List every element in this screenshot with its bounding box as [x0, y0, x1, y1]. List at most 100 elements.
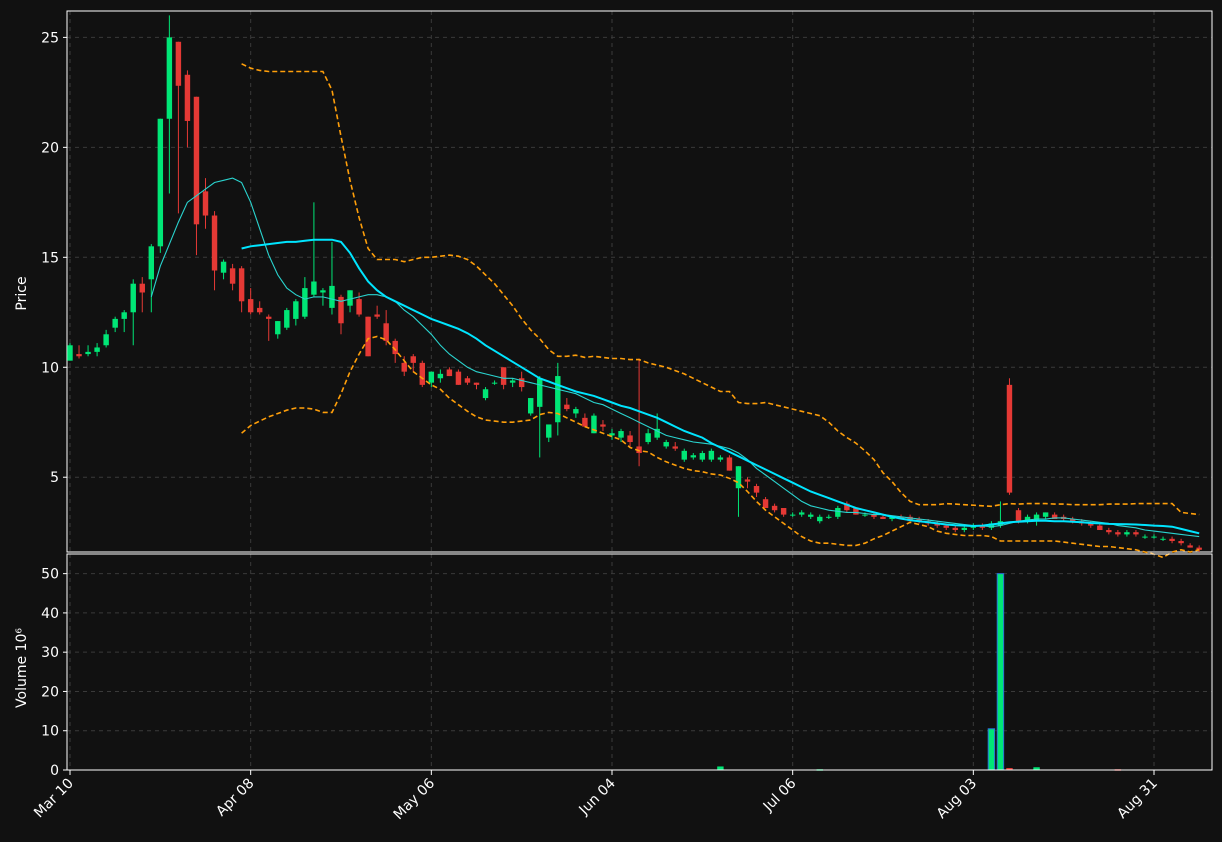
candle-body	[762, 499, 769, 509]
candle-body	[509, 380, 516, 383]
candle-body	[157, 118, 164, 247]
candle-body	[103, 334, 109, 346]
candle-body	[835, 508, 841, 517]
candle-body	[817, 516, 823, 522]
candle-body	[681, 450, 687, 460]
candle-body	[862, 514, 868, 516]
candle-body	[826, 516, 832, 518]
volume-bar	[996, 573, 1005, 771]
candle-body	[753, 486, 760, 493]
candle-body	[410, 356, 416, 363]
candle-body	[356, 299, 362, 315]
volume-tick-label: 0	[50, 763, 59, 779]
candle-body	[699, 453, 706, 460]
candle-body	[275, 321, 281, 335]
candle-body	[1106, 530, 1112, 533]
volume-axis-label: Volume 10⁶	[14, 628, 30, 708]
candle-body	[428, 371, 435, 383]
candle-body	[663, 442, 669, 447]
candle-body	[148, 246, 155, 280]
candle	[726, 455, 733, 471]
candle-body	[112, 318, 118, 328]
candlestick-chart: 510152025Price 01020304050Volume 10⁶ Mar…	[0, 0, 1222, 842]
price-axis-label: Price	[14, 276, 30, 310]
candle	[284, 307, 290, 330]
candle	[455, 369, 462, 385]
volume-tick-label: 30	[41, 645, 59, 661]
candle-body	[166, 37, 173, 119]
candle-body	[229, 268, 236, 284]
candle-body	[482, 389, 489, 399]
candle-body	[645, 433, 651, 443]
candle-body	[1124, 532, 1130, 535]
candle-body	[293, 301, 299, 319]
price-tick-label: 5	[50, 470, 59, 486]
candle-body	[1142, 536, 1148, 538]
candle-body	[1042, 512, 1049, 517]
candle-body	[500, 367, 507, 385]
candle-body	[789, 514, 796, 516]
candle-body	[1115, 532, 1121, 535]
candle-body	[446, 369, 453, 377]
candle-body	[130, 283, 136, 313]
volume-tick-label: 40	[41, 606, 59, 622]
candle-body	[952, 527, 958, 531]
candle-body	[1097, 525, 1103, 531]
candle-body	[573, 409, 579, 414]
candle-body	[1178, 541, 1184, 544]
candle-body	[329, 285, 335, 308]
candle	[157, 118, 164, 253]
candle-body	[139, 283, 145, 293]
candle-body	[744, 479, 751, 482]
candle-body	[527, 398, 534, 414]
candle-body	[555, 376, 561, 423]
candle-body	[284, 310, 290, 328]
candle-body	[582, 417, 588, 427]
candle-body	[238, 268, 245, 302]
candle-body	[401, 362, 407, 372]
candle-body	[546, 424, 552, 438]
candle	[1006, 378, 1013, 495]
candle-body	[347, 290, 353, 306]
candle-body	[808, 514, 814, 517]
candle-body	[880, 516, 886, 520]
candle-body	[311, 281, 317, 295]
candle-body	[473, 382, 480, 385]
candle-body	[193, 96, 200, 225]
candle	[419, 360, 426, 388]
candle-body	[627, 435, 633, 443]
candle-body	[202, 191, 209, 216]
candle-body	[798, 512, 805, 515]
candle-body	[437, 373, 444, 379]
candle-body	[266, 316, 272, 319]
candle-body	[464, 378, 471, 383]
candle-body	[961, 527, 968, 531]
candle-body	[320, 290, 326, 293]
candle-body	[491, 382, 498, 384]
candle-body	[717, 457, 724, 460]
candle-body	[211, 215, 218, 271]
volume-bar	[987, 728, 996, 771]
candle-body	[455, 371, 462, 385]
candle	[527, 398, 534, 416]
candle-body	[247, 299, 254, 313]
candle-body	[1160, 538, 1166, 540]
candle-body	[121, 312, 127, 319]
candle-body	[175, 41, 182, 86]
candle-body	[943, 525, 949, 528]
candle-body	[76, 354, 82, 357]
candle-body	[618, 431, 624, 438]
candle-body	[94, 347, 100, 352]
candle-body	[726, 457, 733, 471]
candle-body	[690, 455, 697, 458]
candle-body	[383, 323, 389, 341]
candle-body	[771, 505, 778, 511]
candle-body	[564, 404, 570, 410]
candle-body	[1187, 545, 1193, 548]
candle-body	[220, 261, 227, 273]
candle-body	[1015, 510, 1022, 522]
candle-body	[780, 508, 787, 515]
price-tick-label: 20	[41, 140, 59, 156]
price-tick-label: 10	[41, 360, 59, 376]
candle-body	[256, 307, 263, 313]
